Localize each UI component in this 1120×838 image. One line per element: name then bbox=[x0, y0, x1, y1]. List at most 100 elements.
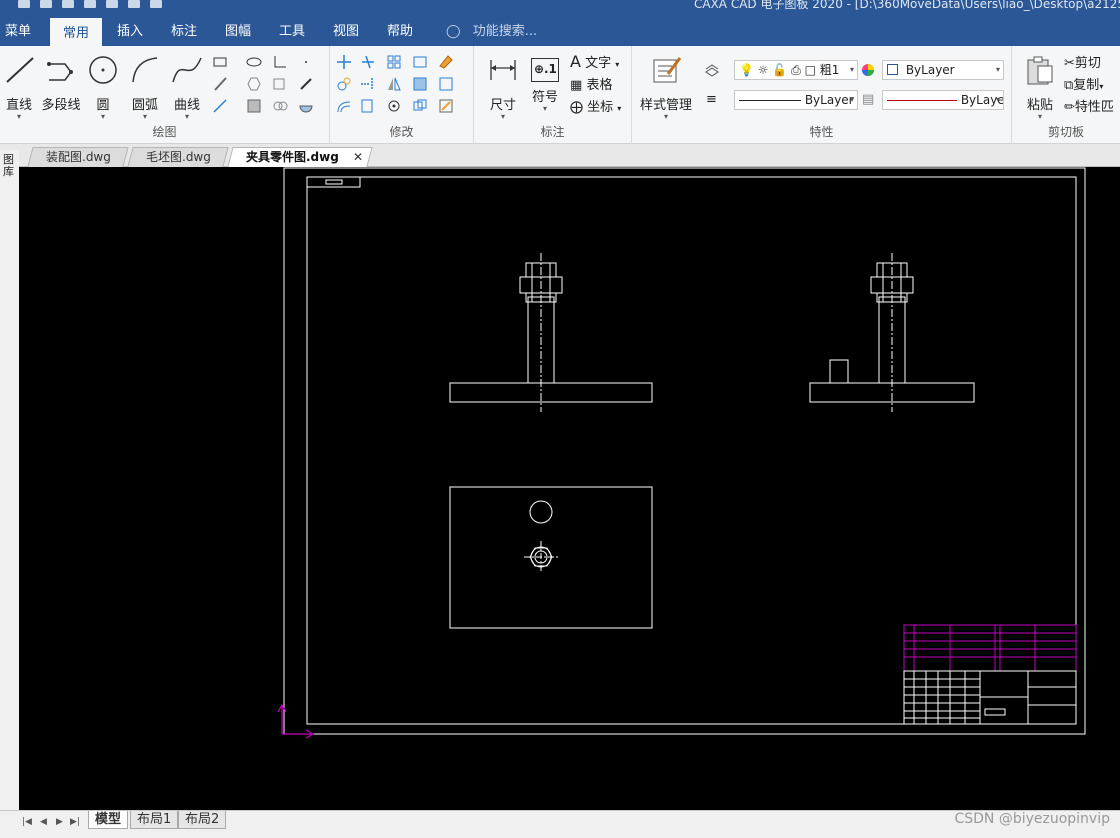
text-button[interactable]: A 文字 ▾ bbox=[570, 52, 619, 71]
prev-layout-icon[interactable]: ◀ bbox=[40, 817, 47, 827]
rotate-icon[interactable] bbox=[386, 98, 402, 114]
document-tab-strip: 装配图.dwg 毛坯图.dwg 夹具零件图.dwg bbox=[0, 144, 1120, 167]
save-as-icon[interactable] bbox=[84, 0, 96, 8]
modify-group-label: 修改 bbox=[389, 125, 414, 139]
circle-button[interactable]: 圆 ▾ bbox=[84, 54, 122, 121]
code-box bbox=[306, 176, 361, 188]
paste-button[interactable]: 粘贴 ▾ bbox=[1022, 54, 1058, 121]
doc-tab-label: 夹具零件图.dwg bbox=[245, 150, 339, 164]
rectangle-icon[interactable] bbox=[212, 54, 228, 70]
tab-view[interactable]: 视图 bbox=[326, 18, 366, 46]
array-icon[interactable] bbox=[386, 54, 402, 70]
close-tab-icon[interactable]: ✕ bbox=[353, 150, 363, 164]
tab-help[interactable]: 帮助 bbox=[380, 18, 420, 46]
new-file-icon[interactable] bbox=[18, 0, 30, 8]
doc-tab-fixture-part[interactable]: 夹具零件图.dwg bbox=[227, 147, 373, 167]
lineweight-icon[interactable]: ▤ bbox=[862, 92, 874, 107]
clipboard-group-label: 剪切板 bbox=[1047, 125, 1084, 139]
print-icon[interactable] bbox=[106, 0, 118, 8]
hatch-icon[interactable] bbox=[246, 98, 262, 114]
drawing-svg[interactable] bbox=[19, 167, 1120, 812]
color-select[interactable]: ByLayer ▾ bbox=[882, 60, 1004, 80]
dimension-button[interactable]: 尺寸 ▾ bbox=[484, 54, 522, 121]
drawing-canvas[interactable] bbox=[19, 167, 1120, 812]
undo-icon[interactable] bbox=[128, 0, 140, 8]
doc-tab-assembly[interactable]: 装配图.dwg bbox=[27, 147, 129, 167]
first-layout-icon[interactable]: |◀ bbox=[22, 817, 32, 827]
linetype-icon[interactable]: ≡ bbox=[706, 92, 717, 107]
layout-tab-layout1[interactable]: 布局1 bbox=[130, 811, 179, 829]
draw-group: 直线 ▾ 多段线 圆 ▾ 圆弧 ▾ 曲线 ▾ 绘图 bbox=[0, 46, 330, 144]
style-manager-icon bbox=[653, 57, 682, 83]
lineweight-preview bbox=[887, 100, 957, 101]
fillet-icon[interactable] bbox=[272, 54, 288, 70]
line-icon bbox=[6, 57, 34, 83]
symbol-button[interactable]: ⊕ .1 符号 ▾ bbox=[526, 54, 564, 113]
feature-search[interactable]: ◯ 功能搜索... bbox=[446, 18, 537, 46]
break-icon[interactable] bbox=[360, 98, 376, 114]
menu-main[interactable]: 菜单 bbox=[0, 18, 36, 46]
linetype-select[interactable]: ByLayer ▾ bbox=[734, 90, 858, 110]
scale-icon[interactable] bbox=[412, 54, 428, 70]
save-icon[interactable] bbox=[62, 0, 74, 8]
point-icon[interactable] bbox=[298, 54, 314, 70]
mirror-icon[interactable] bbox=[386, 76, 402, 92]
layer-manager-icon[interactable] bbox=[704, 62, 720, 78]
layout-tab-layout2[interactable]: 布局2 bbox=[178, 811, 227, 829]
lightbulb-icon: ◯ bbox=[446, 24, 461, 39]
ellipse-icon[interactable] bbox=[246, 54, 262, 70]
tab-common[interactable]: 常用 bbox=[50, 18, 102, 46]
tab-tools[interactable]: 工具 bbox=[272, 18, 312, 46]
open-file-icon[interactable] bbox=[40, 0, 52, 8]
construction-line-icon[interactable] bbox=[212, 76, 228, 92]
eraser-icon[interactable] bbox=[438, 54, 454, 70]
layout-tab-bar: |◀ ◀ ▶ ▶| 模型 布局1 布局2 CSDN @biyezuopinvip bbox=[0, 810, 1120, 838]
color-wheel-icon[interactable] bbox=[860, 62, 876, 78]
last-layout-icon[interactable]: ▶| bbox=[70, 817, 80, 827]
ray-icon[interactable] bbox=[212, 98, 228, 114]
arc-button[interactable]: 圆弧 ▾ bbox=[126, 54, 164, 121]
library-side-panel[interactable]: 图库 bbox=[0, 150, 19, 810]
tab-sheet[interactable]: 图幅 bbox=[218, 18, 258, 46]
line-button[interactable]: 直线 ▾ bbox=[0, 54, 38, 121]
lineweight-select[interactable]: ByLayer ▾ bbox=[882, 90, 1004, 110]
match-properties-button[interactable]: ✏特性匹 bbox=[1064, 96, 1114, 115]
doc-tab-blank[interactable]: 毛坯图.dwg bbox=[127, 147, 229, 167]
explode-icon[interactable] bbox=[412, 98, 428, 114]
tab-insert[interactable]: 插入 bbox=[110, 18, 150, 46]
extend-icon[interactable] bbox=[360, 76, 376, 92]
layer-select[interactable]: 💡 ☼ 🔓 ⎙ □ 粗1 ▾ bbox=[734, 60, 858, 80]
tab-annotate[interactable]: 标注 bbox=[164, 18, 204, 46]
copy-button[interactable]: ⧉复制▾ bbox=[1064, 74, 1103, 93]
ucs-axis-icon bbox=[277, 703, 315, 739]
next-layout-icon[interactable]: ▶ bbox=[56, 817, 63, 827]
window-title: CAXA CAD 电子图板 2020 - [D:\360MoveData\Use… bbox=[694, 0, 1120, 11]
redo-icon[interactable] bbox=[150, 0, 162, 8]
top-view bbox=[449, 486, 653, 629]
edit-property-icon[interactable] bbox=[438, 98, 454, 114]
sun-icon: ☼ bbox=[757, 63, 769, 77]
move-icon[interactable] bbox=[336, 54, 352, 70]
table-button[interactable]: ▦ 表格 bbox=[570, 74, 612, 93]
offset-icon[interactable] bbox=[336, 98, 352, 114]
line-label: 直线 bbox=[5, 98, 32, 113]
cloud-icon[interactable] bbox=[272, 98, 288, 114]
trim-icon[interactable] bbox=[360, 54, 376, 70]
spline-icon bbox=[172, 57, 202, 83]
stretch-icon[interactable] bbox=[412, 76, 428, 92]
clipboard-icon bbox=[1027, 56, 1053, 85]
coordinate-button[interactable]: ⨁ 坐标 ▾ bbox=[570, 96, 621, 115]
layout-tab-model[interactable]: 模型 bbox=[88, 811, 129, 829]
centerline-icon[interactable] bbox=[272, 76, 288, 92]
region-icon[interactable] bbox=[298, 98, 314, 114]
hexagon-icon[interactable] bbox=[246, 76, 262, 92]
quick-access-toolbar bbox=[0, 0, 162, 10]
polyline-button[interactable]: 多段线 bbox=[40, 54, 82, 113]
doc-tab-label: 装配图.dwg bbox=[45, 150, 111, 164]
block-icon[interactable] bbox=[438, 76, 454, 92]
cut-button[interactable]: ✂剪切 bbox=[1064, 52, 1101, 71]
curve-button[interactable]: 曲线 ▾ bbox=[168, 54, 206, 121]
style-manager-button[interactable]: 样式管理 ▾ bbox=[638, 54, 694, 121]
copy-entity-icon[interactable] bbox=[336, 76, 352, 92]
pen-icon[interactable] bbox=[298, 76, 314, 92]
